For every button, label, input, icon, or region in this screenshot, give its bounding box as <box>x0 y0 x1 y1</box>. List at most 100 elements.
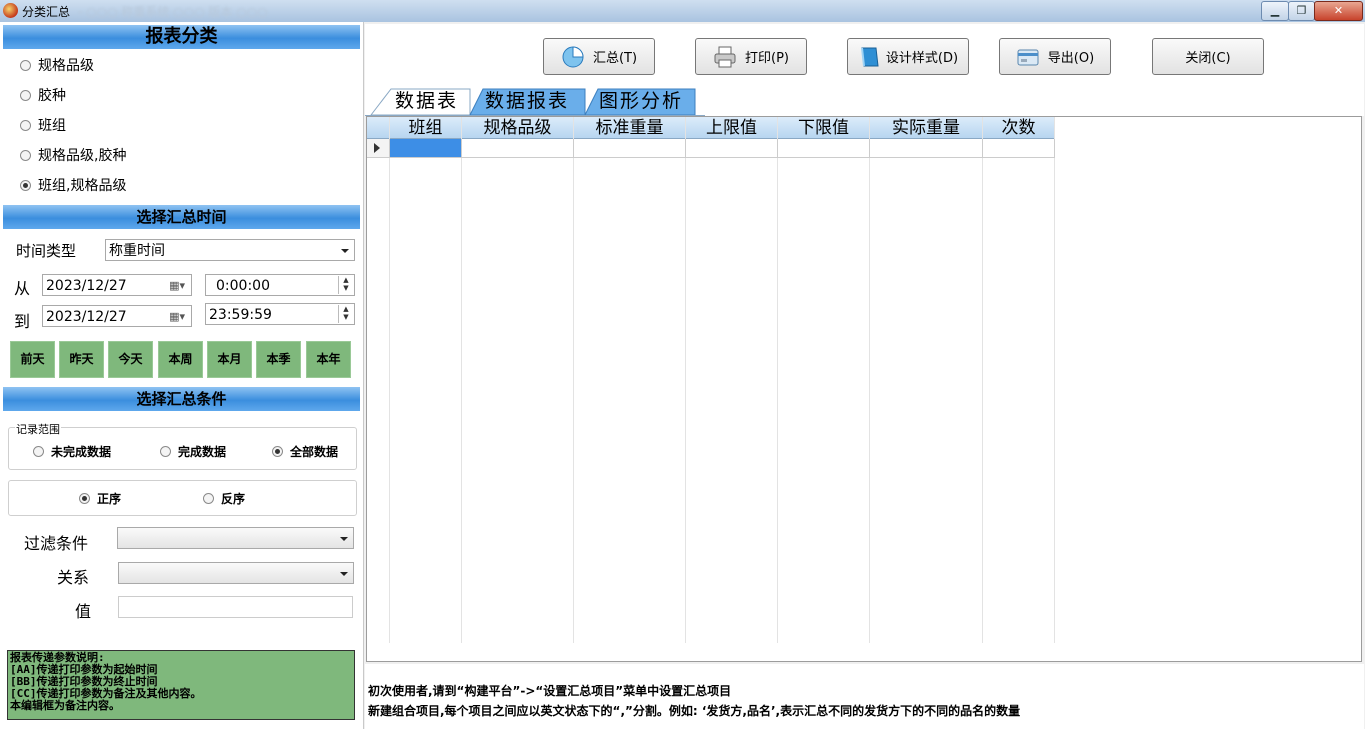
tab-data-table[interactable]: 数据表 <box>383 88 458 115</box>
design-style-button[interactable]: 设计样式(D) <box>847 38 969 75</box>
window-title: 分类汇总 <box>22 5 71 19</box>
column-line <box>1054 117 1055 643</box>
title-bar: 分类汇总 - ○○○ 称重系统 ○○○ 版本 ○○○ ▁ ❐ ✕ <box>0 0 1365 22</box>
close-button[interactable]: 关闭(C) <box>1152 38 1264 75</box>
table-cell-selected[interactable] <box>390 139 462 158</box>
column-header[interactable]: 规格品级 <box>462 117 574 139</box>
column-line <box>461 117 462 643</box>
radio-selected-icon <box>20 179 31 191</box>
pie-chart-icon <box>562 45 584 67</box>
column-header[interactable]: 下限值 <box>778 117 870 139</box>
close-window-button[interactable]: ✕ <box>1314 1 1363 21</box>
value-label: 值 <box>75 602 92 621</box>
tab-data-report[interactable]: 数据报表 <box>473 88 569 115</box>
chevron-down-icon <box>340 537 348 541</box>
category-option-1[interactable]: 胶种 <box>20 85 66 105</box>
column-line <box>982 117 983 643</box>
to-time-input[interactable]: 23:59:59 ▲ ▼ <box>205 303 355 325</box>
export-card-icon <box>1017 49 1039 65</box>
table-cell[interactable] <box>870 139 983 158</box>
column-header[interactable]: 班组 <box>390 117 462 139</box>
column-header[interactable]: 上限值 <box>686 117 778 139</box>
calendar-dropdown-icon[interactable]: ▦▾ <box>169 275 185 297</box>
to-date-picker[interactable]: 2023/12/27 ▦▾ <box>42 305 192 327</box>
record-option-all[interactable]: 全部数据 <box>272 443 338 460</box>
current-row-arrow-icon <box>374 143 380 153</box>
record-option-unfinished[interactable]: 未完成数据 <box>33 443 111 460</box>
radio-selected-icon <box>272 446 283 457</box>
quick-yesterday-button[interactable]: 昨天 <box>59 341 104 378</box>
chevron-down-icon <box>341 249 349 253</box>
report-category-header: 报表分类 <box>3 25 360 49</box>
time-type-label: 时间类型 <box>16 242 77 260</box>
column-line <box>573 117 574 643</box>
quick-this-week-button[interactable]: 本周 <box>158 341 203 378</box>
time-spinner[interactable]: ▲ ▼ <box>338 276 353 294</box>
column-line <box>389 117 390 643</box>
chevron-down-icon <box>340 572 348 576</box>
relation-label: 关系 <box>57 568 90 587</box>
to-label: 到 <box>14 312 31 331</box>
quick-day-before-yesterday-button[interactable]: 前天 <box>10 341 55 378</box>
radio-icon <box>20 89 31 101</box>
filter-label: 过滤条件 <box>24 534 89 553</box>
tab-graph-analysis[interactable]: 图形分析 <box>587 88 683 115</box>
time-header: 选择汇总时间 <box>3 205 360 229</box>
book-icon <box>860 47 879 66</box>
radio-icon <box>20 119 31 131</box>
info-line-2: 新建组合项目,每个项目之间应以英文状态下的“,”分割。例如: ‘发货方,品名’,… <box>368 704 1021 718</box>
table-cell[interactable] <box>778 139 870 158</box>
time-type-select[interactable]: 称重时间 <box>105 239 355 261</box>
filter-select[interactable] <box>117 527 354 549</box>
row-header-corner <box>367 117 390 139</box>
toolbar: 汇总(T) 打印(P) 设计样式(D) 导出(O) 关闭(C) <box>365 24 1364 86</box>
remark-textarea[interactable]: 报表传递参数说明: [AA]传递打印参数为起始时间 [BB]传递打印参数为终止时… <box>7 650 355 720</box>
printer-icon <box>714 46 736 67</box>
from-time-input[interactable]: 0:00:00 ▲ ▼ <box>205 274 355 296</box>
minimize-button[interactable]: ▁ <box>1261 1 1289 21</box>
record-option-finished[interactable]: 完成数据 <box>160 443 226 460</box>
from-label: 从 <box>14 279 31 298</box>
table-cell[interactable] <box>686 139 778 158</box>
info-panel: 初次使用者,请到“构建平台”->“设置汇总项目”菜单中设置汇总项目 新建组合项目… <box>365 664 1364 729</box>
order-ascending[interactable]: 正序 <box>79 490 121 507</box>
category-option-0[interactable]: 规格品级 <box>20 55 94 75</box>
maximize-button[interactable]: ❐ <box>1288 1 1315 21</box>
column-header[interactable]: 实际重量 <box>870 117 983 139</box>
record-range-group: 记录范围 未完成数据 完成数据 全部数据 <box>8 421 357 470</box>
tab-strip: 数据表 数据报表 图形分析 <box>365 86 1364 116</box>
row-selector[interactable] <box>367 139 390 158</box>
print-button[interactable]: 打印(P) <box>695 38 807 75</box>
radio-selected-icon <box>79 493 90 504</box>
table-cell[interactable] <box>462 139 574 158</box>
table-cell[interactable] <box>574 139 686 158</box>
category-option-4[interactable]: 班组,规格品级 <box>20 175 126 195</box>
quick-today-button[interactable]: 今天 <box>108 341 153 378</box>
from-date-picker[interactable]: 2023/12/27 ▦▾ <box>42 274 192 296</box>
column-line <box>685 117 686 643</box>
radio-icon <box>20 59 31 71</box>
data-grid[interactable]: 班组 规格品级 标准重量 上限值 下限值 实际重量 次数 <box>366 116 1362 662</box>
radio-icon <box>160 446 171 457</box>
window-title-extra: - ○○○ 称重系统 ○○○ 版本 ○○○ <box>78 5 268 19</box>
relation-select[interactable] <box>118 562 354 584</box>
calendar-dropdown-icon[interactable]: ▦▾ <box>169 306 185 328</box>
category-option-3[interactable]: 规格品级,胶种 <box>20 145 126 165</box>
summary-button[interactable]: 汇总(T) <box>543 38 655 75</box>
info-line-1: 初次使用者,请到“构建平台”->“设置汇总项目”菜单中设置汇总项目 <box>368 684 732 698</box>
radio-icon <box>20 149 31 161</box>
column-header[interactable]: 次数 <box>983 117 1055 139</box>
order-descending[interactable]: 反序 <box>203 490 245 507</box>
value-input[interactable] <box>118 596 353 618</box>
quick-this-year-button[interactable]: 本年 <box>306 341 351 378</box>
export-button[interactable]: 导出(O) <box>999 38 1111 75</box>
category-option-2[interactable]: 班组 <box>20 115 66 135</box>
time-spinner[interactable]: ▲ ▼ <box>338 305 353 323</box>
quick-this-month-button[interactable]: 本月 <box>207 341 252 378</box>
column-header[interactable]: 标准重量 <box>574 117 686 139</box>
record-range-label: 记录范围 <box>15 421 61 437</box>
radio-icon <box>33 446 44 457</box>
quick-this-quarter-button[interactable]: 本季 <box>256 341 301 378</box>
table-cell[interactable] <box>983 139 1055 158</box>
left-panel: 报表分类 规格品级 胶种 班组 规格品级,胶种 班组,规格品级 选择汇总时间 时… <box>0 22 364 729</box>
